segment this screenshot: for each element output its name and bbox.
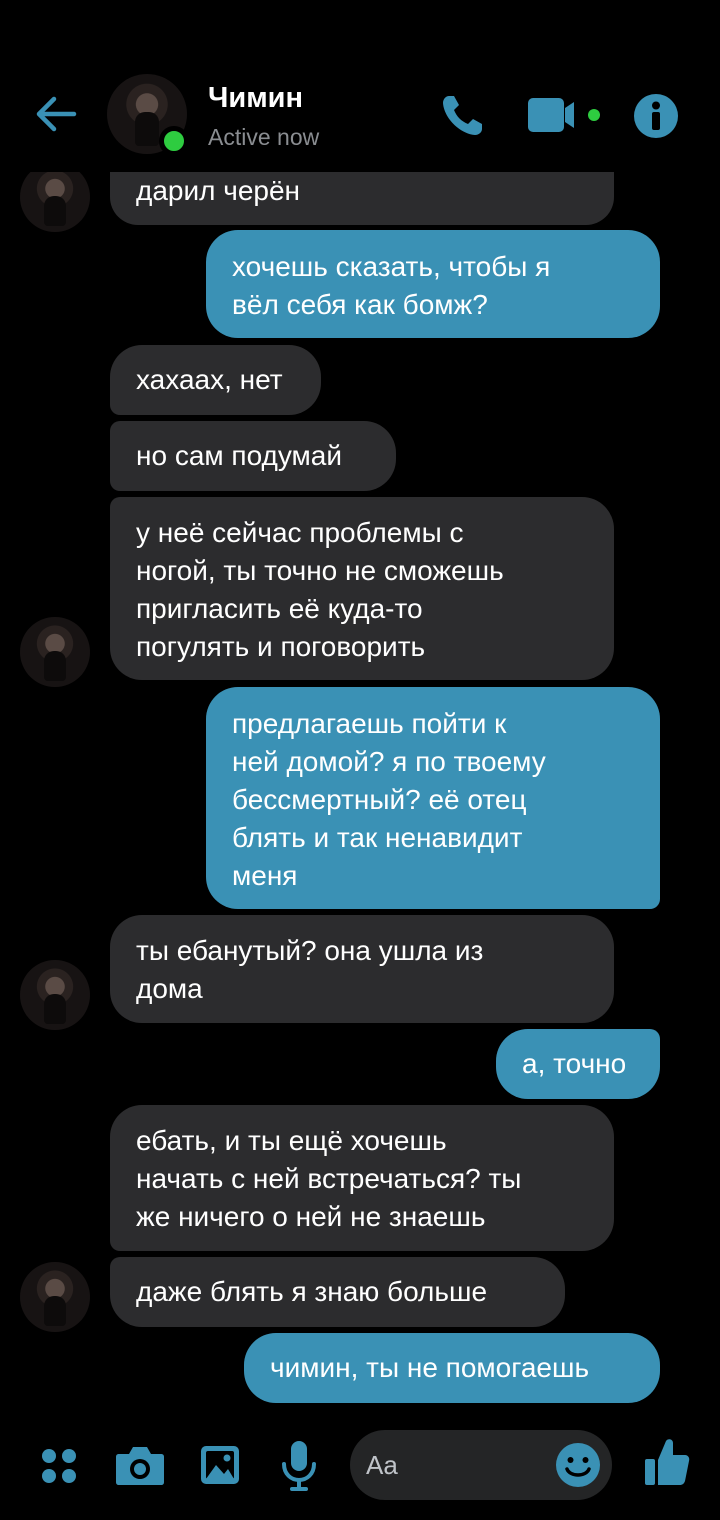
- message-bubble-outgoing[interactable]: а, точно: [496, 1029, 660, 1099]
- message-bubble-incoming[interactable]: ты ебанутый? она ушла из дома: [110, 915, 614, 1023]
- message-text: чимин, ты не помогаешь: [270, 1352, 590, 1383]
- message-compose-field[interactable]: [350, 1430, 612, 1500]
- message-text: ты ебанутый? она ушла из дома: [136, 935, 484, 1004]
- message-bubble-incoming[interactable]: но сам подумай: [110, 421, 396, 491]
- message-text: ебать, и ты ещё хочешь начать с ней встр…: [136, 1125, 522, 1232]
- message-text: у неё сейчас проблемы с ногой, ты точно …: [136, 517, 504, 662]
- message-text: даже блять я знаю больше: [136, 1276, 488, 1307]
- info-icon[interactable]: [633, 93, 679, 139]
- gallery-icon[interactable]: [200, 1445, 240, 1485]
- message-bubble-incoming[interactable]: ебать, и ты ещё хочешь начать с ней встр…: [110, 1105, 614, 1251]
- message-bubble-incoming[interactable]: хахаах, нет: [110, 345, 321, 415]
- message-input[interactable]: [366, 1445, 546, 1485]
- online-status-dot: [159, 126, 189, 156]
- phone-icon[interactable]: [440, 92, 486, 138]
- message-text: предлагаешь пойти к ней домой? я по твое…: [232, 708, 546, 891]
- video-camera-icon[interactable]: [528, 96, 604, 134]
- message-bubble-outgoing[interactable]: чимин, ты не помогаешь: [244, 1333, 660, 1403]
- message-bubble-incoming[interactable]: даже блять я знаю больше: [110, 1257, 565, 1327]
- message-avatar[interactable]: [20, 1262, 90, 1332]
- message-avatar[interactable]: [20, 162, 90, 232]
- back-arrow-icon[interactable]: [30, 88, 82, 140]
- microphone-icon[interactable]: [280, 1440, 318, 1492]
- message-bubble-incoming[interactable]: у неё сейчас проблемы с ногой, ты точно …: [110, 497, 614, 680]
- message-text: а, точно: [522, 1048, 627, 1079]
- message-text: хочешь сказать, чтобы я вёл себя как бом…: [232, 251, 551, 320]
- message-text: дарил черён: [136, 175, 301, 206]
- message-avatar[interactable]: [20, 617, 90, 687]
- message-bubble-outgoing[interactable]: хочешь сказать, чтобы я вёл себя как бом…: [206, 230, 660, 338]
- camera-icon[interactable]: [115, 1444, 165, 1486]
- message-bubble-outgoing[interactable]: предлагаешь пойти к ней домой? я по твое…: [206, 687, 660, 909]
- chat-header: Чимин Active now: [0, 0, 720, 172]
- contact-name[interactable]: Чимин: [208, 82, 303, 115]
- message-avatar[interactable]: [20, 960, 90, 1030]
- composer-bar: [0, 1410, 720, 1520]
- message-text: но сам подумай: [136, 440, 343, 471]
- emoji-icon[interactable]: [554, 1441, 602, 1489]
- message-bubble-incoming[interactable]: дарил черён: [110, 166, 614, 225]
- message-text: хахаах, нет: [136, 364, 283, 395]
- contact-status: Active now: [208, 124, 320, 150]
- menu-dots-icon[interactable]: [40, 1447, 78, 1485]
- thumbs-up-icon[interactable]: [644, 1437, 690, 1487]
